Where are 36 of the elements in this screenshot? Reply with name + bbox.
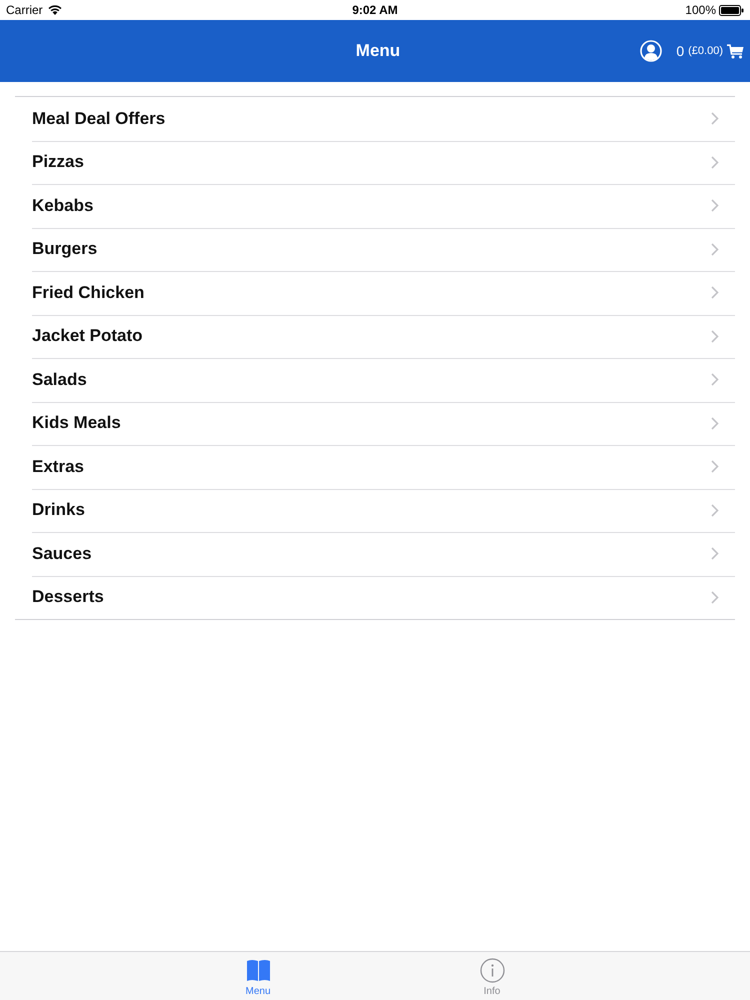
chevron-icon [711, 590, 719, 604]
chevron-icon [711, 156, 719, 169]
chevron-icon [711, 286, 719, 300]
category-row[interactable]: Meal Deal Offers [15, 97, 735, 140]
chevron-icon [711, 460, 719, 474]
chevron-icon [711, 199, 719, 212]
category-row[interactable]: Desserts [15, 576, 735, 619]
chevron-icon [711, 112, 719, 126]
chevron-icon [711, 504, 719, 517]
clock-time: 9:02 AM [352, 3, 398, 17]
carrier-label: Carrier [6, 3, 43, 17]
category-row[interactable]: Fried Chicken [15, 271, 735, 314]
cart-icon [727, 44, 744, 58]
category-row[interactable]: Jacket Potato [15, 314, 735, 358]
chevron-icon [711, 330, 719, 343]
book-icon [246, 958, 270, 983]
category-row[interactable]: Salads [15, 358, 735, 402]
category-row[interactable]: Drinks [15, 488, 735, 532]
chevron-icon [711, 242, 719, 256]
battery-icon [719, 4, 744, 16]
chevron-icon [711, 547, 719, 560]
category-row[interactable]: Burgers [15, 228, 735, 271]
category-row[interactable]: Kebabs [15, 184, 735, 228]
info-icon [480, 958, 504, 983]
category-row[interactable]: Kids Meals [15, 402, 735, 445]
wifi-icon [48, 5, 62, 15]
category-row[interactable]: Sauces [15, 532, 735, 576]
cart-button[interactable]: 0 (£0.00) [676, 43, 744, 59]
nav-title: Menu [356, 41, 400, 61]
category-row[interactable]: Pizzas [15, 140, 735, 184]
category-row[interactable]: Extras [15, 445, 735, 488]
chevron-icon [711, 373, 719, 386]
chevron-icon [711, 416, 719, 430]
tab-item[interactable]: Menu [221, 952, 295, 1000]
battery-percent: 100% [685, 3, 716, 17]
profile-icon[interactable] [640, 40, 662, 62]
